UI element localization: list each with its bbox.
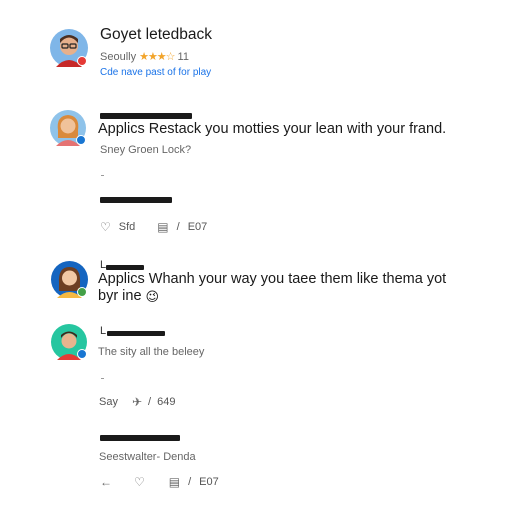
header-avatar-badge <box>77 56 87 66</box>
divider-dot-2 <box>101 378 104 379</box>
wink-emoji-icon: 😉 <box>145 289 160 304</box>
comment-2-avatar <box>51 261 88 298</box>
separator-slash-2: / <box>148 396 152 408</box>
comment-1-avatar <box>50 110 86 146</box>
comment-2-text-line2: byr ine 😉 <box>98 288 159 305</box>
comment-4-count: E07 <box>199 476 219 488</box>
header-avatar <box>50 29 88 67</box>
heart-icon[interactable]: ♡ <box>100 220 111 234</box>
comment-3-count: 649 <box>157 396 176 408</box>
comment-1-replies: E07 <box>187 221 208 233</box>
separator-slash: / <box>176 221 180 233</box>
say-label[interactable]: Say <box>99 396 118 408</box>
comment-4-actions: ← ♡ ▤ / E07 <box>100 475 219 489</box>
separator-slash-3: / <box>188 476 192 488</box>
page-title: Goyet letedback <box>100 26 213 43</box>
reply-icon[interactable]: ▤ <box>157 220 168 234</box>
comment-1-text: Applics Restack you motties your lean wi… <box>98 121 447 137</box>
rating-label: Seoully <box>100 50 137 63</box>
comment-2-badge <box>77 287 87 297</box>
comment-icon[interactable]: ▤ <box>169 475 180 489</box>
comment-2-name-redacted <box>106 265 144 270</box>
back-arrow-icon[interactable]: ← <box>100 475 112 489</box>
comment-3-name-redacted <box>107 331 165 336</box>
comment-4-name-redacted <box>100 435 180 441</box>
rating-count: 11 <box>177 50 189 63</box>
comment-1-actions: ♡ Sfd ▤ / E07 <box>100 220 207 234</box>
comment-2-line2-text: byr ine <box>98 288 142 304</box>
comment-3-name: L <box>100 325 107 337</box>
rating-row: Seoully ★★★☆ 11 <box>100 50 189 64</box>
comment-1-badge <box>76 135 86 145</box>
header-link[interactable]: Cde nave past of for play <box>100 67 211 78</box>
comment-1-name-redacted <box>100 113 192 119</box>
comment-1-redacted-line <box>100 197 172 203</box>
bird-icon[interactable]: ✈ <box>132 395 142 409</box>
divider-dot <box>101 175 104 176</box>
rating-stars: ★★★☆ <box>139 51 175 63</box>
heart-icon-2[interactable]: ♡ <box>134 475 145 489</box>
comment-3-avatar <box>51 324 87 360</box>
comment-3-sub: The sity all the beleey <box>98 346 205 358</box>
comment-2-text-line1: Applics Whanh your way you taee them lik… <box>98 271 447 287</box>
comment-4-sub: Seestwalter- Denda <box>99 451 196 463</box>
comment-3-actions: Say ✈ / 649 <box>99 395 175 409</box>
comment-3-badge <box>77 349 87 359</box>
comment-1-likes: Sfd <box>118 221 136 233</box>
comment-1-sub: Sney Groen Lock? <box>100 144 192 156</box>
